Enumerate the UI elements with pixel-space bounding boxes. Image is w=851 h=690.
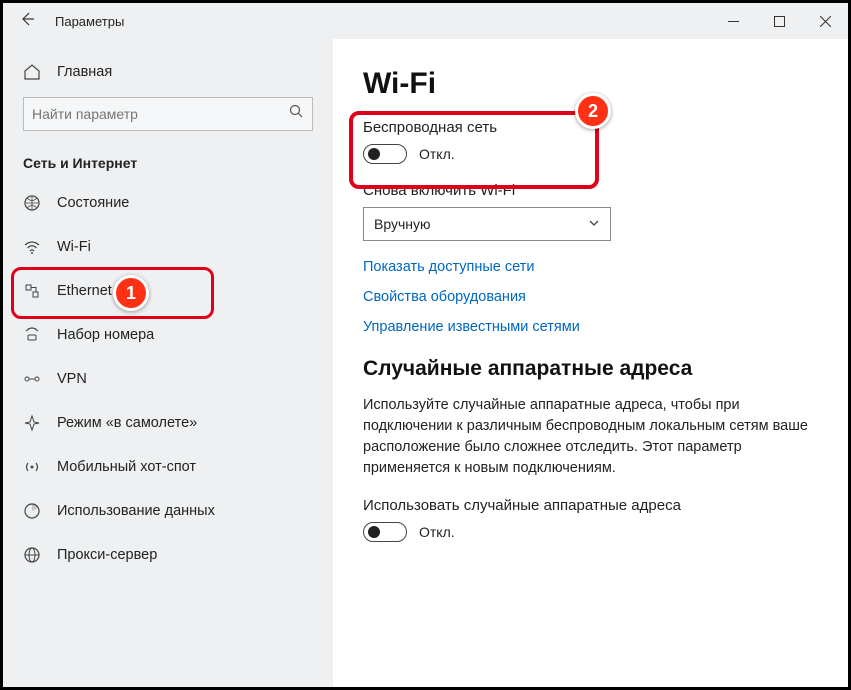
dialup-icon [23, 326, 41, 344]
reenable-group: Снова включить Wi-Fi Вручную [363, 182, 818, 241]
reenable-title: Снова включить Wi-Fi [363, 182, 818, 199]
wireless-toggle[interactable] [363, 144, 407, 164]
reenable-value: Вручную [374, 216, 431, 232]
sidebar-item-airplane[interactable]: Режим «в самолете» [3, 401, 333, 445]
reenable-select[interactable]: Вручную [363, 207, 611, 241]
sidebar-item-wifi[interactable]: Wi-Fi [3, 225, 333, 269]
sidebar-item-label: Прокси-сервер [57, 547, 157, 563]
random-hw-description: Используйте случайные аппаратные адреса,… [363, 395, 818, 479]
maximize-button[interactable] [756, 3, 802, 39]
annotation-badge-1: 1 [113, 275, 149, 311]
link-show-networks[interactable]: Показать доступные сети [363, 259, 818, 275]
sidebar-home-label: Главная [57, 64, 112, 80]
random-hw-state: Откл. [419, 524, 455, 540]
sidebar-item-label: Ethernet [57, 283, 112, 299]
window-title: Параметры [55, 14, 124, 29]
close-button[interactable] [802, 3, 848, 39]
sidebar-item-label: Набор номера [57, 327, 154, 343]
sidebar-item-hotspot[interactable]: Мобильный хот-спот [3, 445, 333, 489]
random-hw-toggle[interactable] [363, 522, 407, 542]
hotspot-icon [23, 458, 41, 476]
search-field[interactable] [32, 106, 289, 122]
random-hw-heading: Случайные аппаратные адреса [363, 357, 818, 381]
sidebar-section-heading: Сеть и Интернет [3, 141, 333, 181]
sidebar-item-status[interactable]: Состояние [3, 181, 333, 225]
chevron-down-icon [588, 216, 600, 232]
wifi-icon [23, 238, 41, 256]
search-icon [289, 104, 304, 124]
random-hw-toggle-title: Использовать случайные аппаратные адреса [363, 497, 818, 514]
proxy-icon [23, 546, 41, 564]
annotation-badge-2: 2 [575, 93, 611, 129]
sidebar-home[interactable]: Главная [3, 51, 333, 93]
home-icon [23, 63, 41, 81]
wireless-state: Откл. [419, 146, 455, 162]
back-icon[interactable] [19, 11, 35, 32]
minimize-button[interactable] [710, 3, 756, 39]
sidebar-item-label: Мобильный хот-спот [57, 459, 196, 475]
link-manage-known[interactable]: Управление известными сетями [363, 319, 818, 335]
status-icon [23, 194, 41, 212]
airplane-icon [23, 414, 41, 432]
sidebar-item-label: Использование данных [57, 503, 215, 519]
sidebar: Главная Сеть и Интернет Состояние [3, 39, 333, 687]
sidebar-item-vpn[interactable]: VPN [3, 357, 333, 401]
sidebar-item-label: Состояние [57, 195, 129, 211]
sidebar-item-datausage[interactable]: Использование данных [3, 489, 333, 533]
datausage-icon [23, 502, 41, 520]
ethernet-icon [23, 282, 41, 300]
sidebar-item-ethernet[interactable]: Ethernet [3, 269, 333, 313]
vpn-icon [23, 370, 41, 388]
sidebar-item-dialup[interactable]: Набор номера [3, 313, 333, 357]
link-hardware-properties[interactable]: Свойства оборудования [363, 289, 818, 305]
search-input[interactable] [23, 97, 313, 131]
sidebar-item-label: Режим «в самолете» [57, 415, 197, 431]
sidebar-item-proxy[interactable]: Прокси-сервер [3, 533, 333, 577]
sidebar-item-label: VPN [57, 371, 87, 387]
titlebar: Параметры [3, 3, 848, 39]
main-pane: Wi-Fi Беспроводная сеть Откл. Снова вклю… [333, 39, 848, 687]
sidebar-item-label: Wi-Fi [57, 239, 91, 255]
